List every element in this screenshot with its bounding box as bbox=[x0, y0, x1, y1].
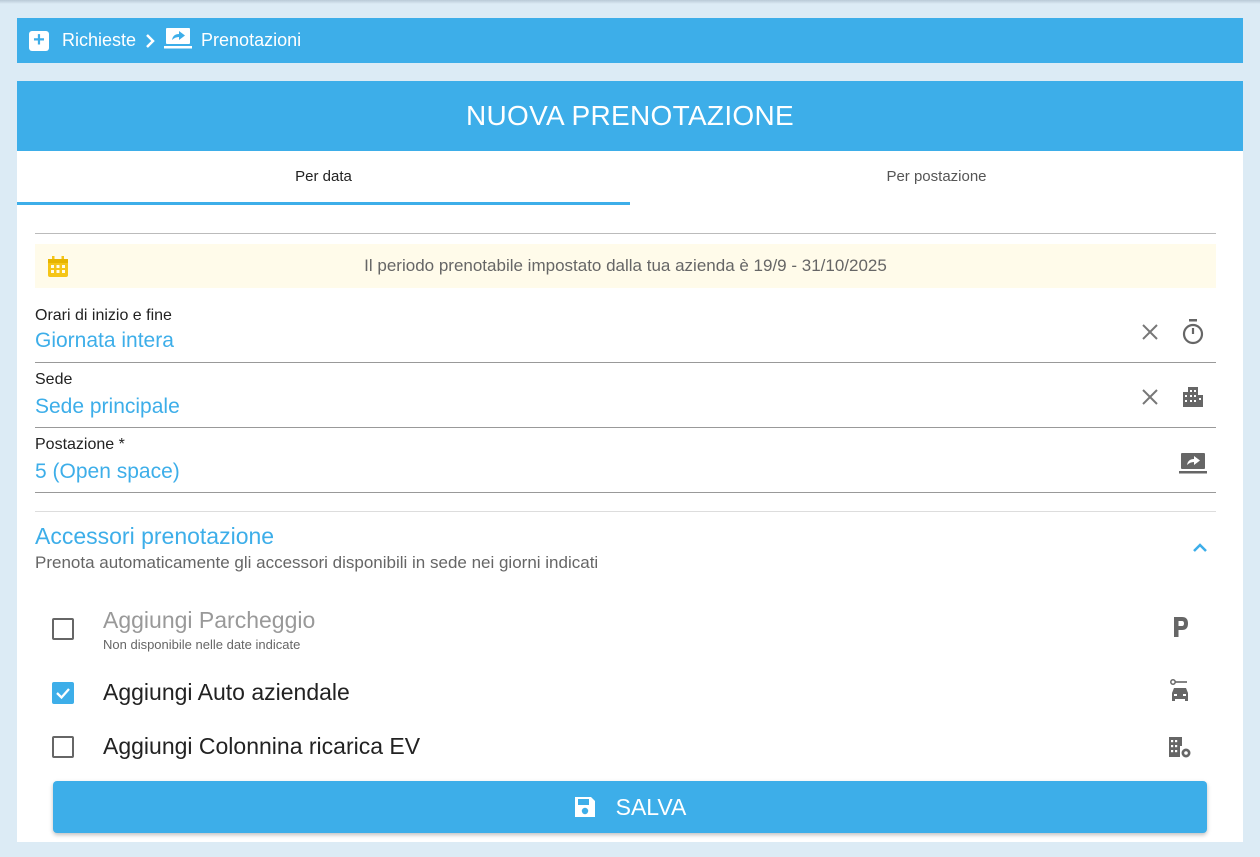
field-label: Postazione * bbox=[35, 436, 125, 453]
tab-bar: Per data Per postazione bbox=[17, 151, 1243, 205]
parking-icon bbox=[1172, 616, 1190, 643]
accessories-title: Accessori prenotazione bbox=[35, 523, 275, 549]
chevron-right-icon bbox=[144, 33, 156, 49]
workstation-field[interactable]: Postazione * 5 (Open space) bbox=[35, 436, 1216, 493]
accessory-parking-row: Aggiungi Parcheggio Non disponibile nell… bbox=[52, 606, 1207, 656]
clear-icon[interactable] bbox=[1141, 323, 1159, 341]
accessory-ev-row: Aggiungi Colonnina ricarica EV bbox=[52, 731, 1207, 761]
save-button[interactable]: SALVA bbox=[53, 781, 1207, 833]
field-value[interactable]: 5 (Open space) bbox=[35, 460, 180, 484]
booking-period-notice: Il periodo prenotabile impostato dalla t… bbox=[35, 244, 1216, 288]
desk-share-icon bbox=[164, 27, 193, 54]
page-title: NUOVA PRENOTAZIONE bbox=[17, 81, 1243, 151]
field-label: Orari di inizio e fine bbox=[35, 307, 172, 324]
accessory-label: Aggiungi Parcheggio bbox=[103, 607, 316, 633]
notice-text: Il periodo prenotabile impostato dalla t… bbox=[364, 256, 887, 275]
active-tab-indicator bbox=[17, 202, 630, 205]
divider bbox=[35, 233, 1216, 234]
tab-per-postazione[interactable]: Per postazione bbox=[630, 151, 1243, 205]
desk-share-icon[interactable] bbox=[1179, 452, 1207, 474]
accessory-hint: Non disponibile nelle date indicate bbox=[103, 637, 301, 652]
car-checkbox[interactable] bbox=[52, 682, 74, 704]
breadcrumb-item-richieste[interactable]: Richieste bbox=[62, 30, 136, 51]
calendar-icon bbox=[47, 256, 69, 283]
field-value[interactable]: Giornata intera bbox=[35, 329, 174, 353]
chevron-up-icon[interactable] bbox=[1192, 541, 1208, 559]
stopwatch-icon[interactable] bbox=[1181, 319, 1205, 345]
booking-card: NUOVA PRENOTAZIONE Per data Per postazio… bbox=[17, 81, 1243, 842]
tab-per-data[interactable]: Per data bbox=[17, 151, 630, 205]
building-icon[interactable] bbox=[1182, 385, 1204, 407]
location-field[interactable]: Sede Sede principale bbox=[35, 371, 1216, 428]
field-value[interactable]: Sede principale bbox=[35, 395, 180, 419]
ev-charger-checkbox[interactable] bbox=[52, 736, 74, 758]
accessory-label: Aggiungi Colonnina ricarica EV bbox=[103, 733, 421, 759]
breadcrumb: + Richieste Prenotazioni bbox=[17, 18, 1243, 63]
clear-icon[interactable] bbox=[1141, 388, 1159, 406]
car-icon bbox=[1170, 679, 1190, 708]
floppy-disk-icon bbox=[574, 796, 596, 818]
field-label: Sede bbox=[35, 371, 73, 388]
parking-checkbox[interactable] bbox=[52, 618, 74, 640]
breadcrumb-item-prenotazioni[interactable]: Prenotazioni bbox=[201, 30, 301, 51]
accessory-car-row: Aggiungi Auto aziendale bbox=[52, 677, 1207, 707]
add-icon[interactable]: + bbox=[29, 30, 49, 51]
top-shadow bbox=[0, 0, 1260, 4]
save-label: SALVA bbox=[615, 793, 687, 820]
accessories-subtitle: Prenota automaticamente gli accessori di… bbox=[35, 553, 599, 572]
building-gear-icon bbox=[1168, 735, 1192, 764]
divider bbox=[35, 511, 1216, 512]
accessory-label: Aggiungi Auto aziendale bbox=[103, 679, 350, 705]
time-range-field[interactable]: Orari di inizio e fine Giornata intera bbox=[35, 307, 1216, 363]
